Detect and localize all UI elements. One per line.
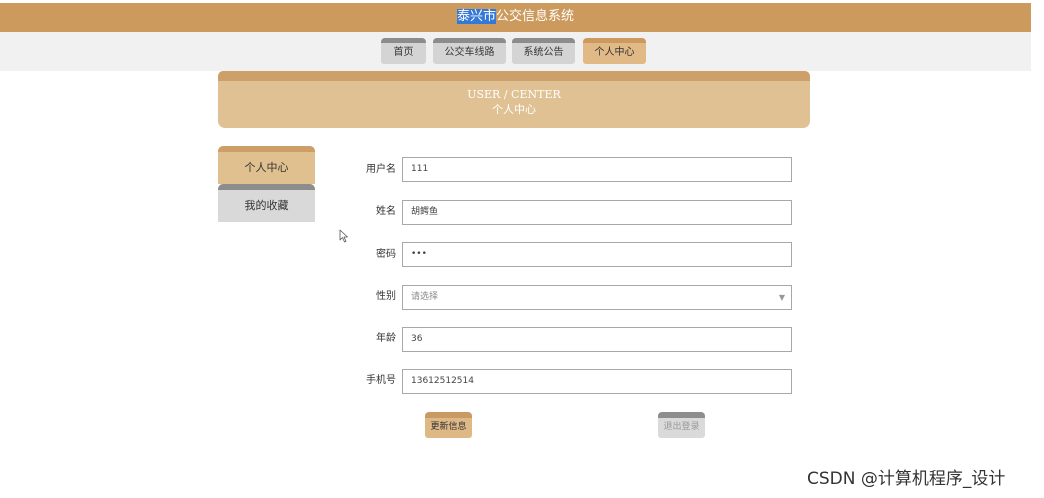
age-input[interactable]: 36 bbox=[402, 327, 792, 352]
username-input[interactable]: 111 bbox=[402, 157, 792, 182]
username-label: 用户名 bbox=[366, 164, 396, 175]
nav-bar: 首页 公交车线路 系统公告 个人中心 bbox=[0, 32, 1031, 71]
password-input[interactable]: ••• bbox=[402, 242, 792, 267]
tab-bus-routes[interactable]: 公交车线路 bbox=[433, 38, 506, 64]
password-label: 密码 bbox=[376, 249, 396, 260]
gender-select-placeholder: 请选择 bbox=[411, 292, 439, 302]
mouse-cursor-icon bbox=[339, 229, 348, 243]
sidebar-item-personal-center[interactable]: 个人中心 bbox=[218, 146, 315, 184]
name-input[interactable]: 胡鳄鱼 bbox=[402, 200, 792, 225]
sidebar-item-my-favorites[interactable]: 我的收藏 bbox=[218, 184, 315, 222]
age-label: 年龄 bbox=[376, 333, 396, 344]
tab-announcements[interactable]: 系统公告 bbox=[512, 38, 575, 64]
watermark: CSDN @计算机程序_设计 bbox=[807, 469, 1006, 489]
phone-label: 手机号 bbox=[366, 375, 396, 386]
update-info-button[interactable]: 更新信息 bbox=[425, 412, 472, 438]
banner-title-cn: 个人中心 bbox=[492, 103, 536, 116]
gender-select[interactable]: 请选择 ▼ bbox=[402, 285, 792, 310]
name-label: 姓名 bbox=[376, 206, 396, 217]
site-title-rest: 公交信息系统 bbox=[496, 9, 575, 24]
site-title-highlighted: 泰兴市 bbox=[456, 9, 496, 24]
tab-home[interactable]: 首页 bbox=[381, 38, 426, 64]
site-title: 泰兴市公交信息系统 bbox=[456, 8, 575, 26]
chevron-down-icon: ▼ bbox=[778, 293, 785, 302]
tab-personal-center[interactable]: 个人中心 bbox=[583, 38, 646, 64]
banner-title-en: USER / CENTER bbox=[467, 88, 561, 101]
page-banner: USER / CENTER 个人中心 bbox=[218, 71, 810, 128]
phone-input[interactable]: 13612512514 bbox=[402, 369, 792, 394]
header-bar: 泰兴市公交信息系统 bbox=[0, 3, 1031, 32]
logout-button[interactable]: 退出登录 bbox=[658, 412, 705, 438]
gender-label: 性别 bbox=[376, 291, 396, 302]
